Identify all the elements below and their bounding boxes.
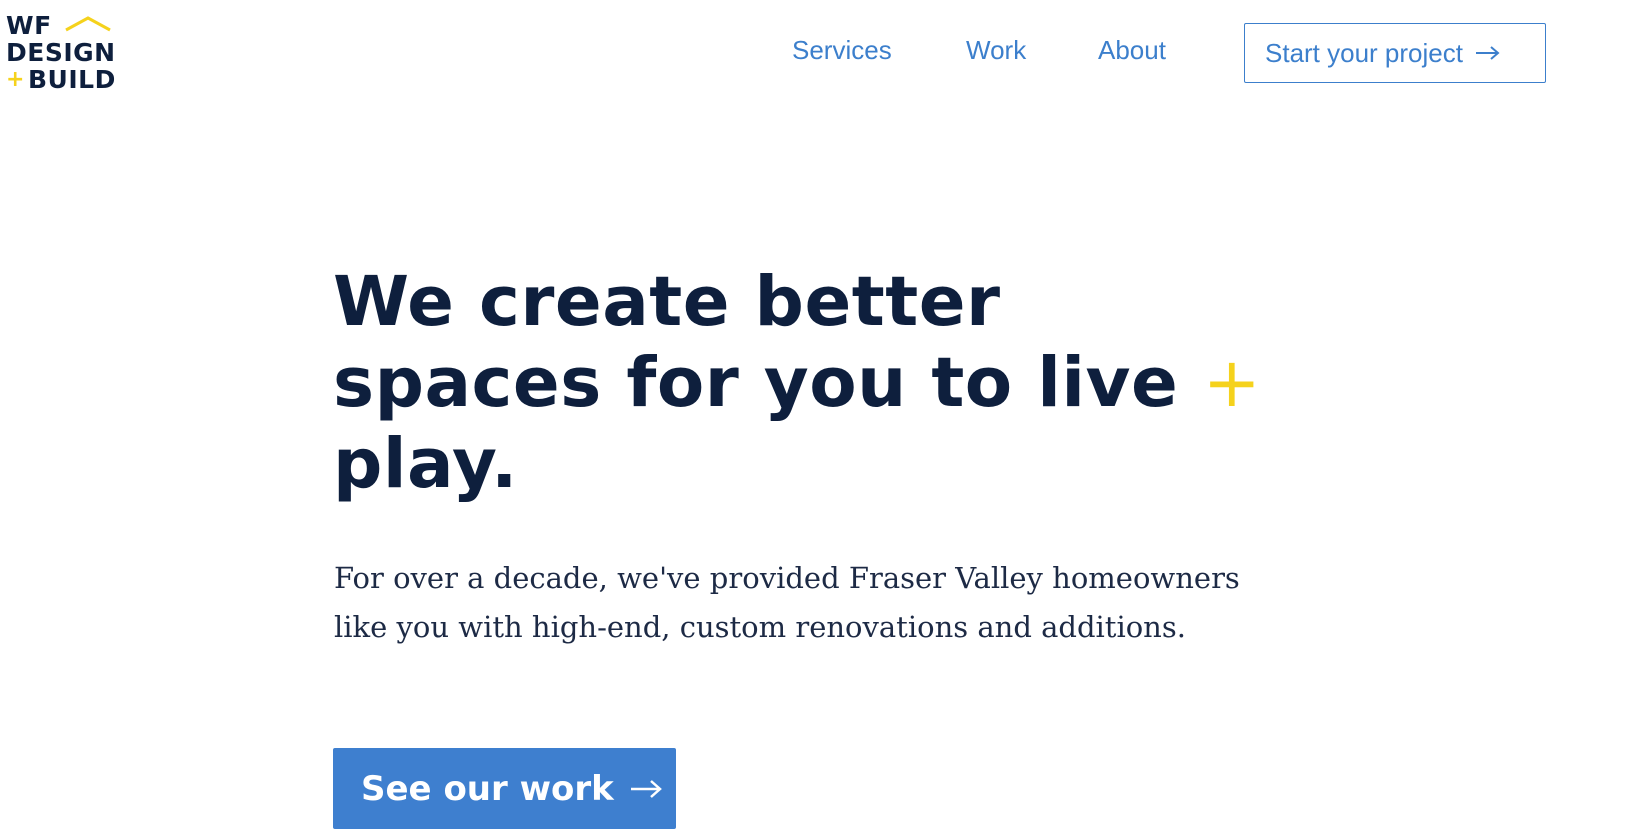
hero-title-line3: play. — [333, 424, 518, 504]
arrow-right-icon — [630, 778, 664, 800]
see-our-work-button[interactable]: See our work — [333, 748, 676, 829]
nav-link-about[interactable]: About — [1098, 30, 1166, 70]
roof-icon — [65, 16, 111, 32]
hero-description-line2: like you with high-end, custom renovatio… — [334, 610, 1186, 644]
logo-text-build: BUILD — [28, 65, 116, 94]
start-project-button[interactable]: Start your project — [1244, 23, 1546, 83]
hero-description-line1: For over a decade, we've provided Fraser… — [334, 561, 1240, 595]
arrow-right-icon — [1475, 45, 1501, 61]
start-project-label: Start your project — [1265, 37, 1463, 68]
logo-plus-icon: + — [6, 67, 25, 92]
nav-link-work[interactable]: Work — [966, 30, 1026, 70]
see-our-work-label: See our work — [361, 768, 614, 809]
plus-icon: + — [1202, 343, 1262, 423]
hero-description: For over a decade, we've provided Fraser… — [334, 554, 1240, 652]
hero-title-line2: spaces for you to live — [333, 343, 1179, 423]
hero-title: We create better spaces for you to live … — [333, 262, 1261, 505]
logo[interactable]: WF DESIGN + BUILD — [6, 12, 116, 96]
nav-link-services[interactable]: Services — [792, 30, 892, 70]
logo-text-wf: WF — [6, 11, 52, 40]
logo-text-design: DESIGN — [6, 38, 116, 67]
hero-title-line1: We create better — [333, 262, 1001, 342]
